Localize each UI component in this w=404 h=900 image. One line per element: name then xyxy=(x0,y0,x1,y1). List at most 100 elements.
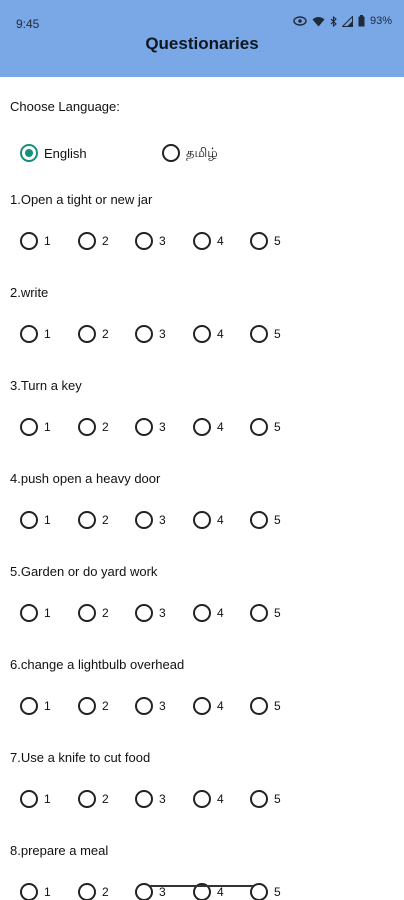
radio-button[interactable] xyxy=(20,790,38,808)
rating-option-label: 3 xyxy=(159,513,166,527)
rating-option-label: 2 xyxy=(102,513,109,527)
radio-button[interactable] xyxy=(20,604,38,622)
radio-button[interactable] xyxy=(193,325,211,343)
rating-option-3[interactable]: 3 xyxy=(135,511,166,529)
rating-option-2[interactable]: 2 xyxy=(78,511,109,529)
rating-option-4[interactable]: 4 xyxy=(193,604,224,622)
rating-option-1[interactable]: 1 xyxy=(20,511,51,529)
rating-option-1[interactable]: 1 xyxy=(20,325,51,343)
radio-button[interactable] xyxy=(250,325,268,343)
radio-button[interactable] xyxy=(78,418,96,436)
rating-option-label: 1 xyxy=(44,420,51,434)
radio-button[interactable] xyxy=(78,883,96,900)
radio-button[interactable] xyxy=(193,232,211,250)
rating-option-2[interactable]: 2 xyxy=(78,232,109,250)
radio-button[interactable] xyxy=(193,697,211,715)
radio-button-selected[interactable] xyxy=(20,144,38,162)
radio-button[interactable] xyxy=(20,325,38,343)
rating-option-1[interactable]: 1 xyxy=(20,883,51,900)
radio-button[interactable] xyxy=(162,144,180,162)
radio-button[interactable] xyxy=(250,790,268,808)
rating-option-3[interactable]: 3 xyxy=(135,697,166,715)
rating-option-1[interactable]: 1 xyxy=(20,604,51,622)
rating-option-label: 3 xyxy=(159,699,166,713)
rating-option-2[interactable]: 2 xyxy=(78,790,109,808)
radio-button[interactable] xyxy=(20,232,38,250)
rating-option-label: 1 xyxy=(44,327,51,341)
radio-button[interactable] xyxy=(250,418,268,436)
language-radio-group: English தமிழ் xyxy=(20,144,400,164)
rating-option-4[interactable]: 4 xyxy=(193,325,224,343)
radio-button[interactable] xyxy=(78,604,96,622)
language-option-label: தமிழ் xyxy=(186,144,218,160)
rating-option-4[interactable]: 4 xyxy=(193,232,224,250)
radio-button[interactable] xyxy=(78,511,96,529)
rating-option-5[interactable]: 5 xyxy=(250,697,281,715)
radio-button[interactable] xyxy=(193,604,211,622)
rating-option-4[interactable]: 4 xyxy=(193,511,224,529)
rating-option-3[interactable]: 3 xyxy=(135,418,166,436)
radio-button[interactable] xyxy=(250,697,268,715)
rating-option-2[interactable]: 2 xyxy=(78,697,109,715)
eye-icon xyxy=(293,16,307,26)
rating-option-label: 1 xyxy=(44,234,51,248)
language-option-english[interactable]: English xyxy=(20,144,87,162)
rating-option-label: 2 xyxy=(102,606,109,620)
rating-option-4[interactable]: 4 xyxy=(193,790,224,808)
radio-button[interactable] xyxy=(20,883,38,900)
radio-button[interactable] xyxy=(20,697,38,715)
rating-option-1[interactable]: 1 xyxy=(20,697,51,715)
radio-button[interactable] xyxy=(135,325,153,343)
choose-language-label: Choose Language: xyxy=(10,99,120,114)
question-text: 8.prepare a meal xyxy=(10,843,109,858)
radio-button[interactable] xyxy=(193,418,211,436)
radio-button[interactable] xyxy=(135,697,153,715)
radio-button[interactable] xyxy=(20,511,38,529)
radio-button[interactable] xyxy=(135,418,153,436)
rating-option-2[interactable]: 2 xyxy=(78,418,109,436)
rating-option-2[interactable]: 2 xyxy=(78,883,109,900)
rating-option-5[interactable]: 5 xyxy=(250,511,281,529)
rating-option-3[interactable]: 3 xyxy=(135,232,166,250)
language-option-label: English xyxy=(44,145,87,161)
rating-option-2[interactable]: 2 xyxy=(78,325,109,343)
rating-option-3[interactable]: 3 xyxy=(135,790,166,808)
radio-button[interactable] xyxy=(250,511,268,529)
rating-option-label: 4 xyxy=(217,234,224,248)
rating-option-5[interactable]: 5 xyxy=(250,790,281,808)
status-icons: 93% xyxy=(293,15,392,27)
rating-option-5[interactable]: 5 xyxy=(250,418,281,436)
rating-option-5[interactable]: 5 xyxy=(250,325,281,343)
radio-button[interactable] xyxy=(250,232,268,250)
radio-button[interactable] xyxy=(78,232,96,250)
rating-option-label: 1 xyxy=(44,606,51,620)
rating-option-3[interactable]: 3 xyxy=(135,604,166,622)
radio-button[interactable] xyxy=(20,418,38,436)
radio-button[interactable] xyxy=(135,511,153,529)
language-option-tamil[interactable]: தமிழ் xyxy=(162,144,218,162)
radio-button[interactable] xyxy=(78,697,96,715)
question-text: 3.Turn a key xyxy=(10,378,82,393)
radio-button[interactable] xyxy=(78,790,96,808)
rating-option-4[interactable]: 4 xyxy=(193,697,224,715)
rating-option-label: 1 xyxy=(44,513,51,527)
rating-radio-group: 1 2 3 4 5 xyxy=(20,697,400,717)
rating-option-1[interactable]: 1 xyxy=(20,790,51,808)
signal-icon xyxy=(341,15,353,27)
rating-option-1[interactable]: 1 xyxy=(20,232,51,250)
radio-button[interactable] xyxy=(135,604,153,622)
radio-button[interactable] xyxy=(135,790,153,808)
rating-option-3[interactable]: 3 xyxy=(135,325,166,343)
rating-option-4[interactable]: 4 xyxy=(193,418,224,436)
radio-button[interactable] xyxy=(250,604,268,622)
rating-option-5[interactable]: 5 xyxy=(250,232,281,250)
radio-button[interactable] xyxy=(78,325,96,343)
rating-option-label: 4 xyxy=(217,885,224,899)
rating-option-1[interactable]: 1 xyxy=(20,418,51,436)
radio-button[interactable] xyxy=(193,790,211,808)
radio-button[interactable] xyxy=(193,511,211,529)
rating-option-5[interactable]: 5 xyxy=(250,604,281,622)
rating-option-2[interactable]: 2 xyxy=(78,604,109,622)
radio-button[interactable] xyxy=(135,232,153,250)
rating-option-5[interactable]: 5 xyxy=(250,883,281,900)
